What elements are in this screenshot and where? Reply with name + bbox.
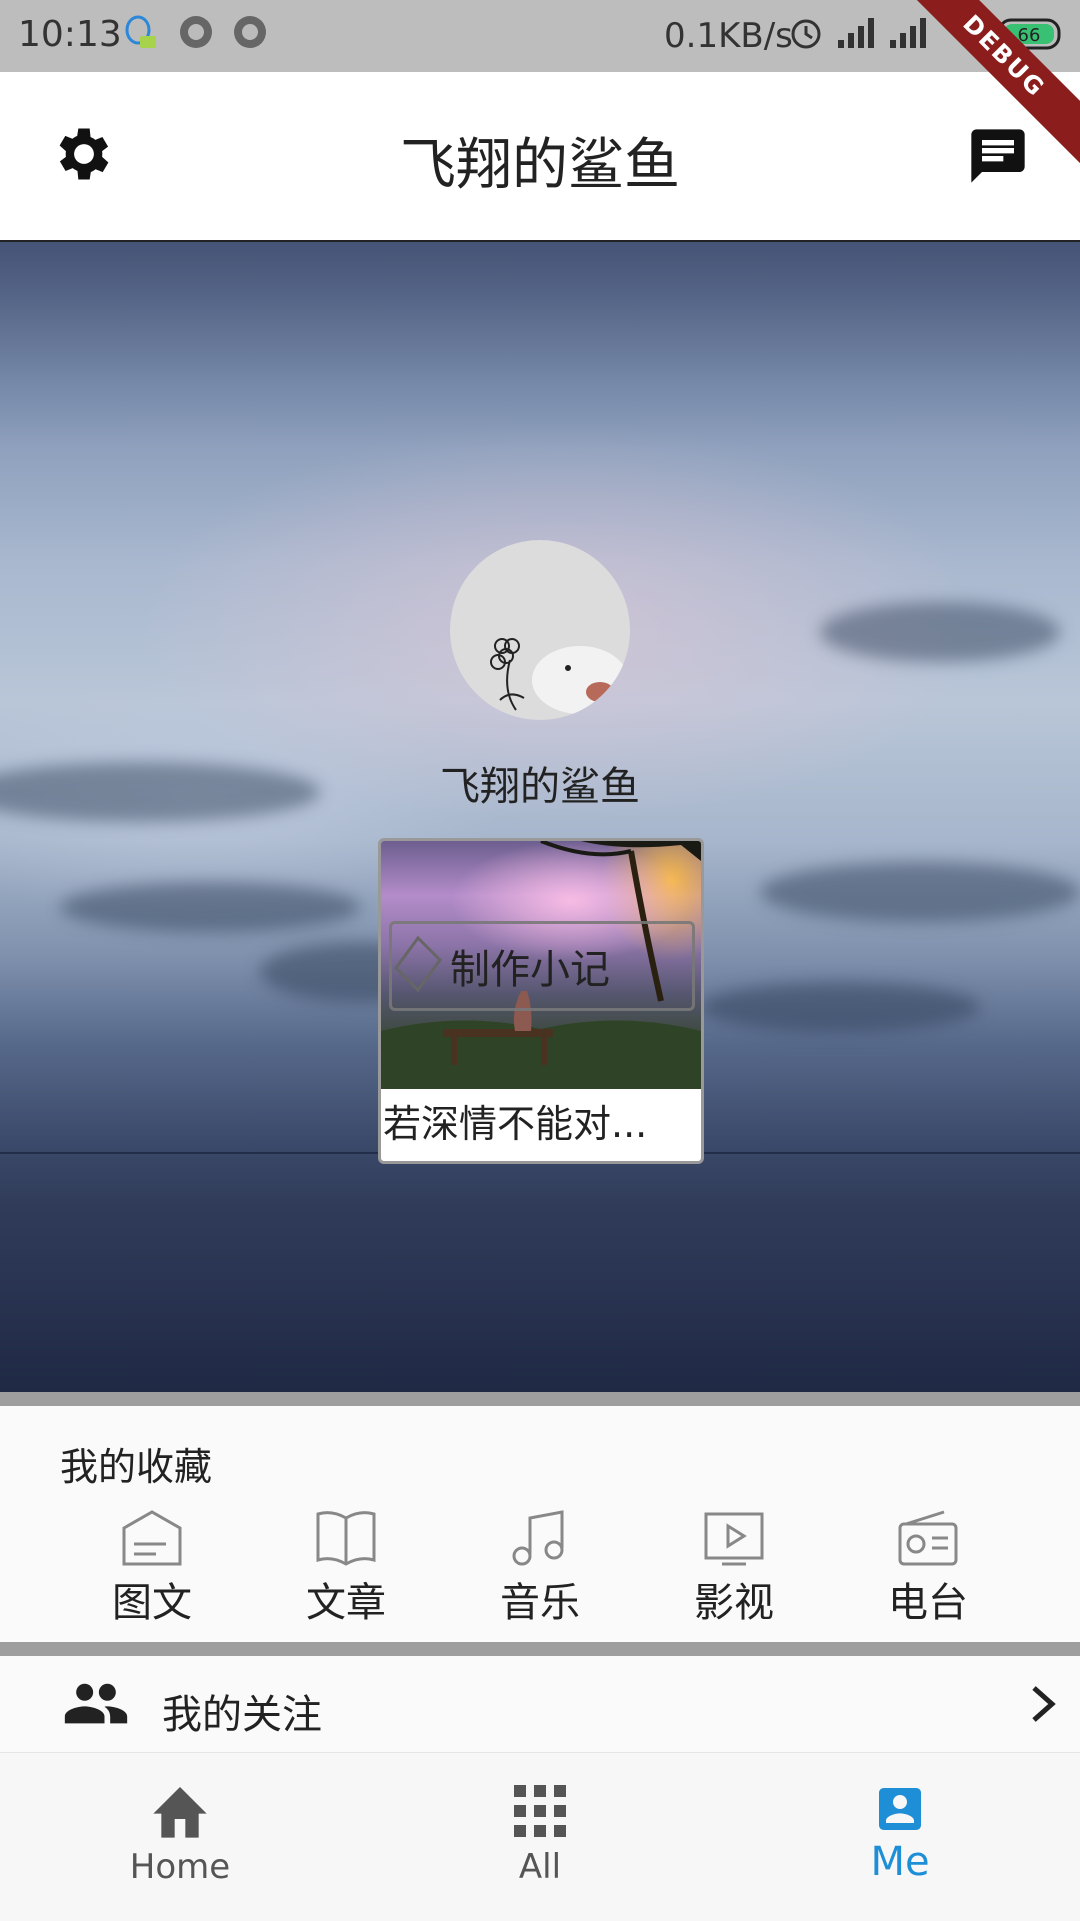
tag-icon <box>392 934 444 998</box>
nav-me[interactable]: Me <box>780 1781 1020 1885</box>
signal-icon <box>836 14 878 59</box>
account-box-icon <box>780 1781 1020 1837</box>
app-bar: 飞翔的鲨鱼 <box>0 72 1080 242</box>
favorite-item-music[interactable]: 音乐 <box>470 1508 610 1628</box>
signal-icon <box>888 14 930 59</box>
alarm-icon <box>788 14 824 59</box>
note-card-image: 制作小记 <box>381 841 701 1089</box>
status-time: 10:13 <box>18 14 122 55</box>
music-icon <box>470 1508 610 1568</box>
avatar[interactable] <box>450 540 630 720</box>
image-text-icon <box>82 1508 222 1568</box>
make-note-label: 制作小记 <box>450 947 610 993</box>
favorite-item-image-text[interactable]: 图文 <box>82 1508 222 1628</box>
people-icon <box>62 1680 130 1734</box>
favorite-item-label: 影视 <box>694 1580 774 1626</box>
section-divider <box>0 1392 1080 1406</box>
qq-icon <box>122 14 158 63</box>
favorite-item-label: 音乐 <box>500 1580 580 1626</box>
favorites-heading: 我的收藏 <box>60 1445 213 1489</box>
message-icon[interactable] <box>966 124 1030 188</box>
favorite-item-radio[interactable]: 电台 <box>858 1508 998 1628</box>
network-speed: 0.1KB/s <box>664 16 793 56</box>
favorites-section: 我的收藏 图文 文章 音乐 影视 电台 <box>0 1406 1080 1642</box>
bottom-navigation: Home All Me <box>0 1752 1080 1921</box>
book-icon <box>276 1508 416 1568</box>
nav-home[interactable]: Home <box>60 1781 300 1887</box>
my-follows-row[interactable]: 我的关注 <box>0 1656 1080 1752</box>
favorite-item-label: 电台 <box>888 1580 968 1626</box>
my-follows-label: 我的关注 <box>162 1692 322 1738</box>
nav-all-label: All <box>518 1847 562 1887</box>
apps-grid-icon <box>420 1781 660 1841</box>
profile-username: 飞翔的鲨鱼 <box>440 764 640 810</box>
status-bar: 10:13 0.1KB/s 66 <box>0 0 1080 72</box>
profile-banner: 飞翔的鲨鱼 制作小记 若深情不能对... <box>0 242 1080 1392</box>
note-card-caption: 若深情不能对... <box>383 1102 648 1146</box>
video-icon <box>664 1508 804 1568</box>
note-card[interactable]: 制作小记 若深情不能对... <box>378 838 704 1164</box>
make-note-button[interactable]: 制作小记 <box>389 921 695 1011</box>
favorite-item-label: 文章 <box>306 1580 386 1626</box>
radio-icon <box>858 1508 998 1568</box>
nav-me-label: Me <box>870 1839 930 1885</box>
chevron-right-icon <box>1028 1684 1058 1728</box>
favorite-item-video[interactable]: 影视 <box>664 1508 804 1628</box>
home-icon <box>60 1781 300 1841</box>
favorite-item-article[interactable]: 文章 <box>276 1508 416 1628</box>
nav-home-label: Home <box>129 1847 231 1887</box>
section-divider <box>0 1642 1080 1656</box>
record-icon <box>232 14 268 59</box>
nav-all[interactable]: All <box>420 1781 660 1887</box>
record-icon <box>178 14 214 59</box>
favorite-item-label: 图文 <box>112 1580 192 1626</box>
page-title: 飞翔的鲨鱼 <box>400 133 680 198</box>
